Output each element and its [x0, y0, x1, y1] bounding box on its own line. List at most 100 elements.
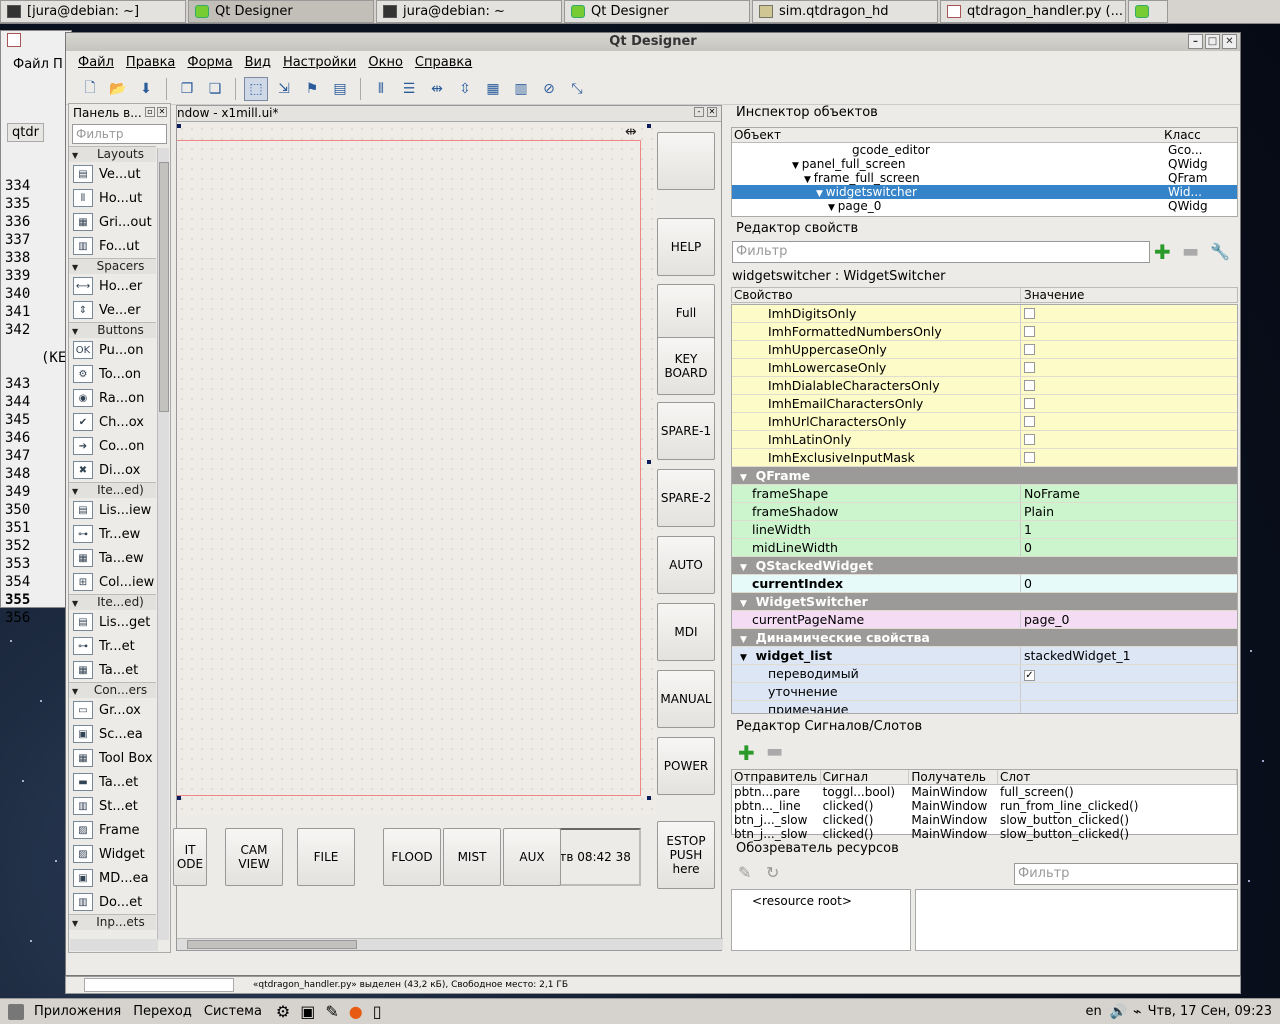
- widget-category[interactable]: Con...ers: [69, 682, 156, 699]
- property-group[interactable]: ▼ Динамические свойства: [732, 629, 1237, 647]
- property-row[interactable]: ImhFormattedNumbersOnly: [732, 323, 1237, 341]
- float-icon[interactable]: ▫: [145, 107, 155, 117]
- layout-form-icon[interactable]: ▥: [509, 77, 533, 101]
- panel-datetime[interactable]: Чтв, 17 Сен, 09:23: [1148, 1004, 1280, 1019]
- property-row[interactable]: ImhUrlCharactersOnly: [732, 413, 1237, 431]
- property-value[interactable]: 0: [1024, 540, 1032, 555]
- widget-item[interactable]: ▥ Fo...ut: [69, 234, 156, 258]
- resource-tree[interactable]: <resource root>: [731, 889, 911, 951]
- widget-item[interactable]: ▤ Lis...get: [69, 610, 156, 634]
- property-row[interactable]: уточнение: [732, 683, 1237, 701]
- layout-vertical-icon[interactable]: ☰: [397, 77, 421, 101]
- widget-item[interactable]: ▨ Widget: [69, 842, 156, 866]
- widget-item[interactable]: OK Pu...on: [69, 338, 156, 362]
- form-minimize-icon[interactable]: -: [694, 107, 704, 117]
- property-row[interactable]: ImhEmailCharactersOnly: [732, 395, 1237, 413]
- widget-item[interactable]: ▥ Do...et: [69, 890, 156, 914]
- form-close-icon[interactable]: ✕: [707, 107, 717, 117]
- layout-horizontal-icon[interactable]: ⦀: [369, 77, 393, 101]
- property-row[interactable]: ImhLatinOnly: [732, 431, 1237, 449]
- panel-menu[interactable]: Приложения: [28, 1004, 127, 1019]
- property-value[interactable]: Plain: [1024, 504, 1054, 519]
- firefox-icon[interactable]: ●: [349, 1002, 363, 1021]
- property-value[interactable]: page_0: [1024, 612, 1069, 627]
- property-row[interactable]: currentPageName page_0: [732, 611, 1237, 629]
- panel-menu[interactable]: Переход: [127, 1004, 198, 1019]
- trash-icon[interactable]: ▯: [373, 1002, 382, 1021]
- maximize-button[interactable]: □: [1205, 34, 1220, 49]
- minimize-button[interactable]: –: [1188, 34, 1203, 49]
- resource-filter-input[interactable]: Фильтр: [1014, 863, 1238, 885]
- form-side-button[interactable]: ESTOP PUSH here: [657, 821, 715, 889]
- property-group[interactable]: ▼ QStackedWidget: [732, 557, 1237, 575]
- widget-category[interactable]: Buttons: [69, 322, 156, 339]
- settings-icon[interactable]: ⚙: [276, 1002, 290, 1021]
- widget-box-hscrollbar[interactable]: [70, 939, 158, 951]
- layout-grid-icon[interactable]: ▦: [481, 77, 505, 101]
- save-form-icon[interactable]: ⬇: [134, 77, 158, 101]
- property-checkbox[interactable]: [1024, 308, 1035, 319]
- reload-icon[interactable]: ↻: [766, 863, 779, 882]
- network-icon[interactable]: ⌁: [1133, 1004, 1147, 1020]
- widget-item[interactable]: ▨ Frame: [69, 818, 156, 842]
- collapse-arrow-icon[interactable]: ▼: [740, 563, 747, 573]
- expand-arrow-icon[interactable]: ▼: [828, 203, 838, 213]
- widget-item[interactable]: ⊶ Tr...et: [69, 634, 156, 658]
- send-back-icon[interactable]: ❏: [203, 77, 227, 101]
- bg-editor-tab[interactable]: qtdr: [7, 123, 44, 142]
- col-property[interactable]: Свойство: [732, 288, 1021, 302]
- property-row[interactable]: ▼ widget_list stackedWidget_1: [732, 647, 1237, 665]
- connection-row[interactable]: btn_j..._slow clicked() MainWindow slow_but…: [732, 813, 1237, 827]
- property-row[interactable]: ImhDialableCharactersOnly: [732, 377, 1237, 395]
- keyboard-lang[interactable]: en: [1085, 1004, 1109, 1019]
- title-bar[interactable]: Qt Designer – □ ✕: [66, 33, 1240, 51]
- volume-icon[interactable]: 🔊: [1110, 1004, 1133, 1020]
- property-row[interactable]: ImhUppercaseOnly: [732, 341, 1237, 359]
- collapse-arrow-icon[interactable]: ▼: [740, 599, 747, 609]
- inspector-row[interactable]: ▼ panel_full_screen QWidg: [732, 157, 1237, 171]
- widget-category[interactable]: Ite...ed): [69, 482, 156, 499]
- task-button[interactable]: Qt Designer: [188, 0, 374, 23]
- widget-item[interactable]: ▥ St...et: [69, 794, 156, 818]
- widget-item[interactable]: ▦ Gri...out: [69, 210, 156, 234]
- menu-item[interactable]: Правка: [120, 55, 181, 70]
- layout-splitter-h-icon[interactable]: ⇹: [425, 77, 449, 101]
- edit-buddies-icon[interactable]: ⚑: [300, 77, 324, 101]
- widget-item[interactable]: ▣ Sc...ea: [69, 722, 156, 746]
- property-checkbox[interactable]: [1024, 344, 1035, 355]
- widget-item[interactable]: ▦ Tool Box: [69, 746, 156, 770]
- widget-item[interactable]: ▤ Ve...ut: [69, 162, 156, 186]
- property-row[interactable]: midLineWidth 0: [732, 539, 1237, 557]
- menu-item[interactable]: Файл: [72, 55, 120, 70]
- form-canvas[interactable]: ⇹: [177, 124, 657, 814]
- widget-item[interactable]: ▤ Lis...iew: [69, 498, 156, 522]
- widget-item[interactable]: ⊞ Col...iew: [69, 570, 156, 594]
- widget-category[interactable]: Layouts: [69, 146, 156, 163]
- layout-splitter-v-icon[interactable]: ⇳: [453, 77, 477, 101]
- property-row[interactable]: frameShape NoFrame: [732, 485, 1237, 503]
- task-button[interactable]: [1128, 0, 1168, 23]
- widget-category[interactable]: Inp...ets: [69, 914, 156, 931]
- widget-item[interactable]: ◉ Ra...on: [69, 386, 156, 410]
- connection-row[interactable]: pbtn..._line clicked() MainWindow run_from_…: [732, 799, 1237, 813]
- property-checkbox[interactable]: [1024, 380, 1035, 391]
- panel-menu[interactable]: Система: [198, 1004, 268, 1019]
- edit-signals-icon[interactable]: ⇲: [272, 77, 296, 101]
- form-side-button[interactable]: HELP: [657, 218, 715, 276]
- add-connection-icon[interactable]: ✚: [738, 741, 755, 765]
- task-button[interactable]: jura@debian: ~: [376, 0, 562, 23]
- edit-widgets-icon[interactable]: ⬚: [244, 76, 268, 101]
- form-side-button[interactable]: MANUAL: [657, 670, 715, 728]
- task-button[interactable]: [jura@debian: ~]: [0, 0, 186, 23]
- form-bottom-button[interactable]: CAM VIEW: [225, 828, 283, 886]
- property-row[interactable]: примечание: [732, 701, 1237, 713]
- widget-item[interactable]: ⦀ Ho...ut: [69, 186, 156, 210]
- property-row[interactable]: ImhExclusiveInputMask: [732, 449, 1237, 467]
- adjust-size-icon[interactable]: ⤡: [565, 77, 589, 101]
- property-group[interactable]: ▼ QFrame: [732, 467, 1237, 485]
- property-value[interactable]: stackedWidget_1: [1024, 648, 1131, 663]
- property-checkbox[interactable]: [1024, 362, 1035, 373]
- form-side-button[interactable]: MDI: [657, 603, 715, 661]
- inspector-row[interactable]: ▼ page_0 QWidg: [732, 199, 1237, 213]
- configure-icon[interactable]: 🔧: [1210, 241, 1230, 263]
